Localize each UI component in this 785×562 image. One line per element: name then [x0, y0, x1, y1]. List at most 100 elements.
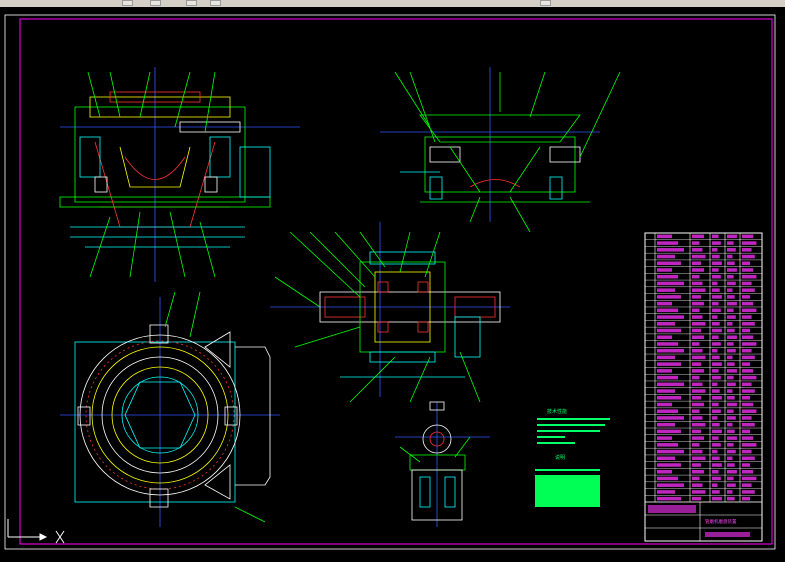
parts-list-cell-mark	[712, 422, 720, 427]
parts-list-cell-mark	[712, 443, 721, 447]
parts-list-cell-mark	[657, 348, 684, 353]
parts-list-cell-mark	[692, 449, 703, 454]
parts-list-cell-mark	[727, 369, 737, 373]
drawing-canvas[interactable]: 技术性能 说明 管磨机磨盘装置	[0, 7, 785, 558]
parts-list-cell-mark	[657, 288, 675, 292]
parts-list-cell-mark	[742, 429, 750, 434]
parts-list-cell-mark	[742, 449, 752, 454]
parts-list-cell-mark	[692, 463, 701, 467]
parts-list-cell-mark	[742, 443, 757, 447]
parts-list-cell-mark	[692, 248, 703, 252]
parts-list-cell-mark	[657, 254, 675, 259]
print-icon[interactable]	[150, 0, 161, 6]
parts-list-cell-mark	[657, 436, 672, 440]
parts-list-cell-mark	[727, 315, 736, 319]
parts-list-cell-mark	[712, 436, 719, 440]
parts-list-cell-mark	[727, 436, 737, 440]
parts-list-cell-mark	[657, 402, 672, 407]
parts-list-cell-mark	[692, 429, 701, 434]
parts-list-cell-mark	[712, 402, 719, 407]
technical-notes: 技术性能 说明	[535, 408, 610, 507]
parts-list-cell-mark	[727, 382, 736, 387]
parts-list-cell-mark	[712, 409, 721, 413]
save-icon[interactable]	[122, 0, 133, 6]
parts-list-cell-mark	[742, 436, 754, 440]
parts-list-cell-mark	[657, 490, 675, 494]
parts-list-cell-mark	[657, 496, 681, 501]
parts-list-cell-mark	[657, 322, 675, 326]
parts-list-cell-mark	[692, 328, 701, 333]
detail-part-view	[395, 401, 490, 527]
parts-list-cell-mark	[692, 422, 706, 427]
parts-list-cell-mark	[657, 389, 675, 393]
parts-list-cell-mark	[727, 322, 733, 326]
parts-list-cell-mark	[712, 490, 720, 494]
parts-list-cell-mark	[692, 241, 700, 245]
parts-list-cell-mark	[657, 476, 678, 481]
parts-list-cell-mark	[712, 322, 720, 326]
pan-icon[interactable]	[210, 0, 221, 6]
parts-list-cell-mark	[657, 369, 672, 373]
parts-list-cell-mark	[742, 274, 757, 279]
parts-list-cell-mark	[712, 496, 722, 501]
parts-list-cell-mark	[727, 268, 737, 272]
parts-list-cell-mark	[742, 490, 755, 494]
help-icon[interactable]	[540, 0, 551, 6]
parts-list-cell-mark	[727, 295, 735, 299]
parts-list-cell-mark	[742, 456, 755, 461]
parts-list-cell-mark	[742, 335, 754, 339]
parts-list-table: 管磨机磨盘装置	[644, 232, 763, 542]
parts-list-cell-mark	[742, 248, 752, 252]
parts-list-cell-mark	[692, 396, 701, 400]
parts-list-cell-mark	[742, 301, 754, 306]
parts-list-cell-mark	[712, 429, 722, 434]
parts-list-cell-mark	[742, 281, 752, 286]
parts-list-cell-mark	[727, 429, 735, 434]
parts-list-cell-mark	[657, 295, 681, 299]
parts-list-cell-mark	[742, 483, 752, 487]
parts-list-cell-mark	[712, 268, 719, 272]
parts-list-cell-mark	[742, 322, 755, 326]
parts-list-cell-mark	[712, 241, 721, 245]
parts-list-cell-mark	[727, 348, 736, 353]
parts-list-cell-mark	[692, 268, 704, 272]
zoom-icon[interactable]	[186, 0, 197, 6]
side-elevation-view	[380, 67, 621, 233]
parts-list-cell-mark	[657, 382, 684, 387]
parts-list-cell-mark	[727, 261, 735, 266]
parts-list-cell-mark	[712, 483, 718, 487]
parts-list-cell-mark	[692, 483, 703, 487]
parts-list-cell-mark	[692, 369, 704, 373]
parts-list-cell-mark	[692, 469, 704, 474]
parts-list-cell-mark	[712, 362, 722, 366]
parts-list-cell-mark	[692, 234, 704, 239]
parts-list-cell-mark	[727, 241, 734, 245]
parts-list-cell-mark	[727, 443, 734, 447]
parts-list-cell-mark	[712, 348, 718, 353]
parts-list-cell-mark	[712, 288, 720, 292]
parts-list-cell-mark	[712, 456, 720, 461]
parts-list-cell-mark	[692, 362, 701, 366]
parts-list-cell-mark	[742, 422, 755, 427]
parts-list-cell-mark	[712, 234, 719, 239]
parts-list-cell-mark	[692, 348, 703, 353]
ucs-icon	[7, 519, 65, 544]
parts-list-cell-mark	[657, 449, 684, 454]
parts-list-cell-mark	[727, 328, 735, 333]
parts-list-cell-mark	[712, 375, 721, 380]
parts-list-cell-mark	[712, 416, 718, 420]
parts-list-cell-mark	[742, 268, 754, 272]
parts-list-cell-mark	[742, 375, 757, 380]
parts-list-cell-mark	[742, 288, 755, 292]
parts-list-cell-mark	[657, 469, 672, 474]
parts-list-cell-mark	[727, 274, 734, 279]
parts-list-cell-mark	[727, 248, 736, 252]
parts-list-cell-mark	[692, 261, 701, 266]
parts-list-cell-mark	[727, 469, 737, 474]
parts-list-cell-mark	[742, 342, 757, 346]
parts-list-cell-mark	[727, 375, 734, 380]
parts-list-cell-mark	[692, 274, 700, 279]
parts-list-cell-mark	[657, 422, 675, 427]
parts-list-cell-mark	[657, 308, 678, 313]
parts-list-cell-mark	[712, 248, 718, 252]
